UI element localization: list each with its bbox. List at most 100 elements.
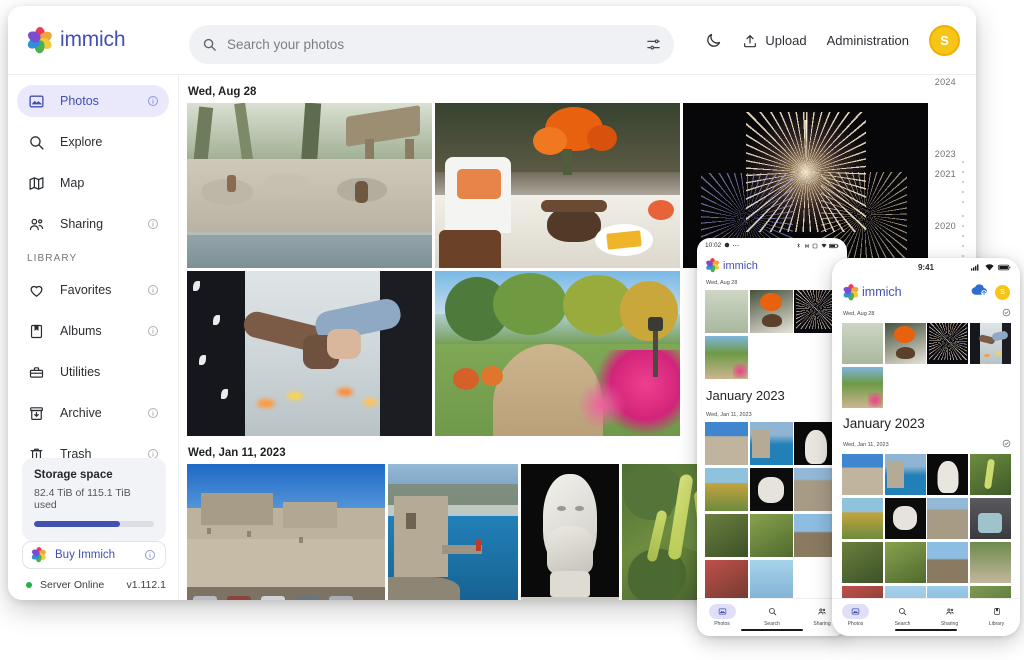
select-all-check-icon[interactable] bbox=[1002, 308, 1011, 319]
sidebar-item-map[interactable]: Map bbox=[17, 167, 169, 199]
photo-thumbnail[interactable] bbox=[794, 290, 837, 333]
photo-thumbnail[interactable] bbox=[749, 560, 793, 603]
photo-thumbnail[interactable] bbox=[435, 103, 680, 268]
albums-icon bbox=[27, 322, 46, 341]
info-icon[interactable] bbox=[147, 284, 159, 296]
scrubber-year[interactable]: 2021 bbox=[935, 169, 956, 179]
phone-clock: 9:41 bbox=[917, 263, 934, 272]
photo-thumbnail[interactable] bbox=[842, 498, 883, 539]
photos-icon bbox=[842, 604, 869, 619]
photo-thumbnail[interactable] bbox=[705, 422, 748, 465]
phone-photo-grid[interactable] bbox=[832, 323, 1020, 408]
photo-thumbnail[interactable] bbox=[187, 464, 385, 600]
photo-thumbnail[interactable] bbox=[794, 514, 837, 557]
buy-immich-button[interactable]: Buy Immich bbox=[22, 541, 166, 569]
scrubber-year[interactable]: 2023 bbox=[935, 149, 956, 159]
photo-thumbnail[interactable] bbox=[927, 323, 968, 364]
phone-nav-photos[interactable]: Photos bbox=[832, 604, 879, 627]
photo-thumbnail[interactable] bbox=[794, 468, 837, 511]
sidebar-item-archive[interactable]: Archive bbox=[17, 397, 169, 429]
photo-thumbnail[interactable] bbox=[388, 464, 518, 600]
sidebar-item-label: Archive bbox=[60, 406, 102, 420]
phone-nav-label: Photos bbox=[847, 621, 864, 627]
bluetooth-icon bbox=[797, 243, 800, 248]
sidebar-item-photos[interactable]: Photos bbox=[17, 85, 169, 117]
phone-app-name: immich bbox=[862, 285, 902, 299]
phone-nav-sharing[interactable]: Sharing bbox=[926, 604, 973, 627]
info-icon[interactable] bbox=[147, 325, 159, 337]
cloud-upload-icon[interactable] bbox=[971, 283, 988, 301]
photo-thumbnail[interactable] bbox=[927, 542, 968, 583]
photo-thumbnail[interactable] bbox=[842, 454, 883, 495]
tablet-nav-photos[interactable]: Photos bbox=[697, 604, 747, 627]
photo-thumbnail[interactable] bbox=[842, 323, 883, 364]
upload-button[interactable]: Upload bbox=[742, 33, 807, 49]
sidebar-item-label: Favorites bbox=[60, 283, 112, 297]
phone-nav-library[interactable]: Library bbox=[973, 604, 1020, 627]
select-all-check-icon[interactable] bbox=[1002, 439, 1011, 450]
search-icon bbox=[202, 37, 217, 52]
photo-thumbnail[interactable] bbox=[187, 103, 432, 268]
photo-thumbnail[interactable] bbox=[927, 454, 968, 495]
sidebar: Photos Explore Map Sharing LIBRARY Favor… bbox=[8, 75, 179, 600]
sidebar-item-utilities[interactable]: Utilities bbox=[17, 356, 169, 388]
photo-thumbnail[interactable] bbox=[705, 560, 748, 603]
map-icon bbox=[27, 174, 46, 193]
server-status-label: Server Online bbox=[40, 579, 105, 591]
photo-thumbnail[interactable] bbox=[521, 464, 619, 600]
info-icon[interactable] bbox=[147, 218, 159, 230]
photo-thumbnail[interactable] bbox=[884, 323, 926, 364]
storage-space-card: Storage space 82.4 TiB of 115.1 TiB used bbox=[22, 458, 166, 541]
filter-sliders-icon[interactable] bbox=[646, 37, 661, 52]
search-icon bbox=[759, 604, 786, 619]
photos-icon bbox=[708, 604, 736, 619]
photo-thumbnail[interactable] bbox=[969, 454, 1011, 495]
user-avatar[interactable]: S bbox=[929, 25, 960, 56]
photo-thumbnail[interactable] bbox=[794, 422, 837, 465]
info-icon[interactable] bbox=[147, 407, 159, 419]
photo-thumbnail[interactable] bbox=[749, 514, 793, 557]
photo-thumbnail[interactable] bbox=[969, 498, 1011, 539]
photo-thumbnail[interactable] bbox=[749, 468, 793, 511]
photo-thumbnail[interactable] bbox=[705, 290, 748, 333]
photo-thumbnail[interactable] bbox=[969, 542, 1011, 583]
sidebar-item-explore[interactable]: Explore bbox=[17, 126, 169, 158]
tablet-nav-search[interactable]: Search bbox=[747, 604, 797, 627]
phone-nav-search[interactable]: Search bbox=[879, 604, 926, 627]
phone-date-label: Wed, Aug 28 bbox=[843, 310, 875, 317]
info-icon[interactable] bbox=[147, 95, 159, 107]
immich-logo-icon bbox=[705, 258, 720, 273]
sidebar-item-favorites[interactable]: Favorites bbox=[17, 274, 169, 306]
sidebar-item-sharing[interactable]: Sharing bbox=[17, 208, 169, 240]
theme-toggle-button[interactable] bbox=[705, 32, 722, 49]
scrubber-year[interactable]: 2020 bbox=[935, 221, 956, 231]
photo-thumbnail[interactable] bbox=[705, 514, 748, 557]
photo-thumbnail[interactable] bbox=[842, 367, 883, 408]
photo-thumbnail[interactable] bbox=[705, 468, 748, 511]
photo-thumbnail[interactable] bbox=[842, 542, 883, 583]
sidebar-section-label: LIBRARY bbox=[27, 253, 78, 264]
sidebar-item-albums[interactable]: Albums bbox=[17, 315, 169, 347]
server-status: Server Online v1.112.1 bbox=[26, 579, 166, 591]
photo-thumbnail[interactable] bbox=[435, 271, 680, 436]
immich-logo-icon bbox=[26, 26, 54, 54]
tablet-photo-grid[interactable] bbox=[697, 290, 847, 379]
scrubber-year[interactable]: 2024 bbox=[935, 77, 956, 87]
search-bar[interactable] bbox=[189, 25, 674, 64]
photo-thumbnail[interactable] bbox=[884, 542, 926, 583]
photo-thumbnail[interactable] bbox=[749, 422, 793, 465]
photo-thumbnail[interactable] bbox=[705, 336, 748, 379]
search-input[interactable] bbox=[227, 25, 646, 64]
phone-user-avatar[interactable]: S bbox=[995, 284, 1010, 300]
photo-thumbnail[interactable] bbox=[884, 454, 926, 495]
tablet-photo-grid[interactable] bbox=[697, 422, 847, 603]
photo-thumbnail[interactable] bbox=[187, 271, 432, 436]
photo-thumbnail[interactable] bbox=[749, 290, 793, 333]
photo-thumbnail[interactable] bbox=[884, 498, 926, 539]
app-logo[interactable]: immich bbox=[26, 26, 176, 54]
info-icon[interactable] bbox=[144, 549, 156, 561]
administration-link[interactable]: Administration bbox=[827, 33, 909, 48]
date-group-header: Wed, Aug 28 bbox=[188, 86, 257, 98]
photo-thumbnail[interactable] bbox=[927, 498, 968, 539]
photo-thumbnail[interactable] bbox=[969, 323, 1011, 364]
